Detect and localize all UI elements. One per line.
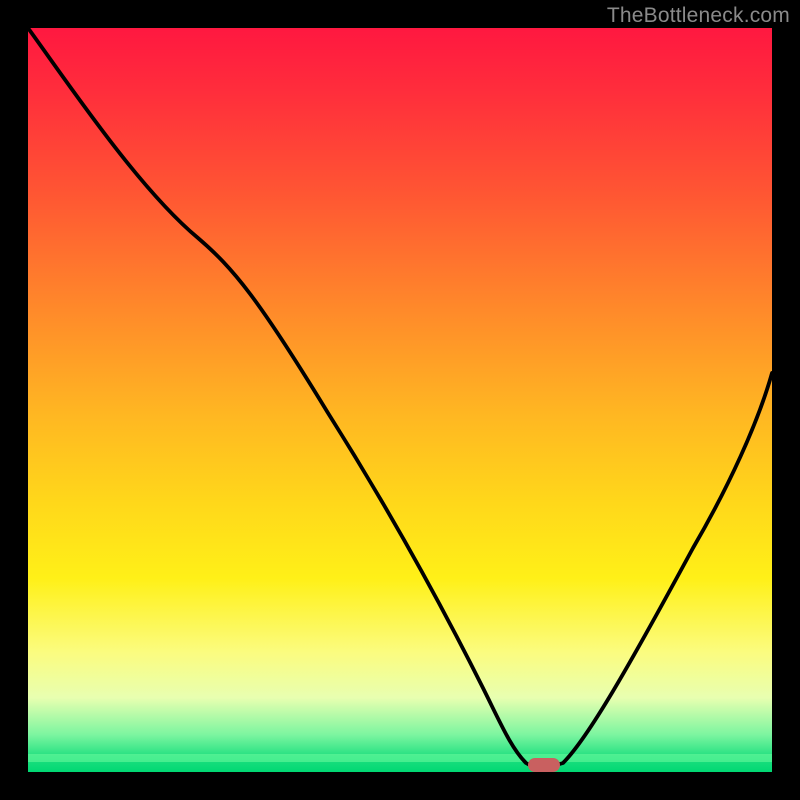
plot-area — [28, 28, 772, 772]
bottleneck-curve — [28, 28, 772, 767]
attribution-text: TheBottleneck.com — [607, 4, 790, 28]
curve-svg — [28, 28, 772, 772]
chart-stage: TheBottleneck.com — [0, 0, 800, 800]
optimal-marker — [528, 758, 560, 772]
